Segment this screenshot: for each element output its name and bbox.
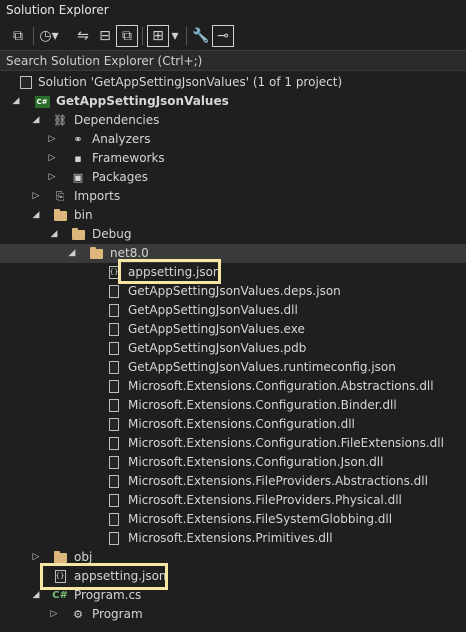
folder-icon [52, 208, 68, 223]
tree-item-solution[interactable]: Solution 'GetAppSettingJsonValues' (1 of… [0, 73, 466, 92]
toolbar: ⧉ ◷▾ ⇋ ⊟ ⧉ ⊞ ▾ 🔧 ⊸ [0, 22, 466, 50]
file-icon [106, 417, 122, 432]
file-icon [106, 436, 122, 451]
show-all-files-icon[interactable]: ⧉ [116, 25, 138, 47]
properties-icon[interactable]: 🔧 [191, 25, 211, 47]
file-icon [106, 455, 122, 470]
expanded-arrow-icon[interactable]: ◢ [10, 94, 22, 108]
collapse-all-icon[interactable]: ⊟ [95, 25, 115, 47]
title-bar: Solution Explorer [0, 0, 466, 22]
tree-item-bin[interactable]: ◢ bin [0, 206, 466, 225]
file-icon [106, 398, 122, 413]
preview-icon[interactable]: ⊸ [212, 25, 234, 47]
expanded-arrow-icon[interactable]: ◢ [30, 113, 42, 127]
tree-item-dependencies[interactable]: ◢ ⛓ Dependencies [0, 111, 466, 130]
collapsed-arrow-icon[interactable]: ▷ [46, 151, 58, 165]
scope-icon[interactable]: ⊞ [147, 25, 169, 47]
tree-file-row[interactable]: Microsoft.Extensions.Primitives.dll [0, 529, 466, 548]
file-icon [106, 341, 122, 356]
file-icon [106, 493, 122, 508]
tree-file-row[interactable]: GetAppSettingJsonValues.deps.json [0, 282, 466, 301]
tree-file-row[interactable]: {} appsetting.json [0, 263, 466, 282]
tree-item-program[interactable]: ▷ ⚙ Program [0, 605, 466, 624]
file-icon [106, 360, 122, 375]
expanded-arrow-icon[interactable]: ◢ [30, 208, 42, 222]
tree-file-row[interactable]: Microsoft.Extensions.FileSystemGlobbing.… [0, 510, 466, 529]
solution-icon [18, 75, 34, 90]
dependencies-icon: ⛓ [53, 114, 67, 127]
window-title: Solution Explorer [6, 3, 109, 17]
csharp-file-icon: C# [52, 590, 68, 601]
tree-file-row[interactable]: GetAppSettingJsonValues.pdb [0, 339, 466, 358]
sync-icon[interactable]: ⇋ [74, 25, 92, 47]
tree-item-frameworks[interactable]: ▷ ▪ Frameworks [0, 149, 466, 168]
folder-icon [70, 227, 86, 242]
tree-file-row[interactable]: Microsoft.Extensions.Configuration.Abstr… [0, 377, 466, 396]
tree-file-row[interactable]: Microsoft.Extensions.Configuration.Json.… [0, 453, 466, 472]
collapsed-arrow-icon[interactable]: ▷ [48, 607, 60, 621]
highlight-box [118, 259, 221, 284]
csharp-project-icon: C# [34, 95, 50, 108]
tree-file-row[interactable]: Microsoft.Extensions.Configuration.Binde… [0, 396, 466, 415]
package-icon: ▣ [72, 171, 84, 184]
collapsed-arrow-icon[interactable]: ▷ [46, 170, 58, 184]
file-icon [106, 512, 122, 527]
tree-item-debug[interactable]: ◢ Debug [0, 225, 466, 244]
file-icon [106, 379, 122, 394]
tree-file-row[interactable]: GetAppSettingJsonValues.exe [0, 320, 466, 339]
tree-file-row[interactable]: Microsoft.Extensions.Configuration.dll [0, 415, 466, 434]
collapsed-arrow-icon[interactable]: ▷ [46, 132, 58, 146]
class-icon: ⚙ [73, 608, 83, 621]
chevron-down-icon[interactable]: ▾ [170, 25, 180, 47]
file-icon [106, 284, 122, 299]
analyzer-icon: ⚭ [73, 133, 83, 146]
tree-item-net8[interactable]: ◢ net8.0 [0, 244, 466, 263]
switch-views-icon[interactable]: ⧉ [8, 25, 28, 47]
expanded-arrow-icon[interactable]: ◢ [48, 227, 60, 241]
folder-icon [88, 246, 104, 261]
tree-file-row[interactable]: Microsoft.Extensions.Configuration.FileE… [0, 434, 466, 453]
tree-file-row[interactable]: GetAppSettingJsonValues.dll [0, 301, 466, 320]
highlight-box [40, 563, 168, 590]
search-placeholder: Search Solution Explorer (Ctrl+;) [6, 54, 203, 68]
expanded-arrow-icon[interactable]: ◢ [66, 246, 78, 260]
history-icon[interactable]: ◷▾ [38, 25, 60, 47]
file-icon [106, 322, 122, 337]
tree-file-row[interactable]: Microsoft.Extensions.FileProviders.Abstr… [0, 472, 466, 491]
tree-item-imports[interactable]: ▷ ⎘ Imports [0, 187, 466, 206]
framework-icon: ▪ [74, 152, 82, 165]
collapsed-arrow-icon[interactable]: ▷ [30, 189, 42, 203]
file-icon [106, 474, 122, 489]
file-icon [106, 531, 122, 546]
tree-item-project[interactable]: ◢ C# GetAppSettingJsonValues [0, 92, 466, 111]
tree-file-row[interactable]: Microsoft.Extensions.FileProviders.Physi… [0, 491, 466, 510]
imports-icon: ⎘ [55, 189, 65, 203]
tree-item-analyzers[interactable]: ▷ ⚭ Analyzers [0, 130, 466, 149]
search-input[interactable]: Search Solution Explorer (Ctrl+;) [0, 50, 466, 71]
tree-item-packages[interactable]: ▷ ▣ Packages [0, 168, 466, 187]
expanded-arrow-icon[interactable]: ◢ [30, 588, 42, 602]
file-icon [106, 303, 122, 318]
collapsed-arrow-icon[interactable]: ▷ [30, 550, 42, 564]
tree-file-row[interactable]: GetAppSettingJsonValues.runtimeconfig.js… [0, 358, 466, 377]
